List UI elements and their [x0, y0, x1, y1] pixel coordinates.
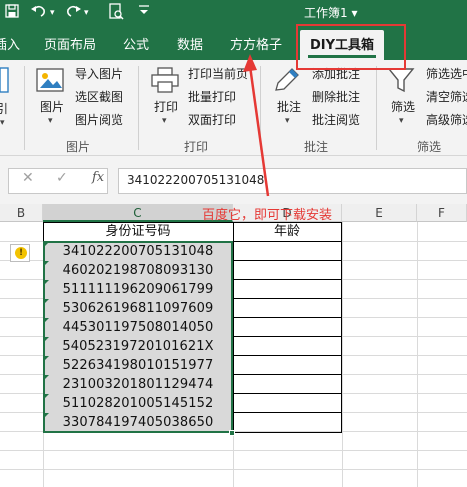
gridline [0, 469, 467, 470]
import-picture-button[interactable]: 导入图片 [75, 65, 123, 82]
gridline [0, 450, 467, 451]
formula-bar: ✕ ✓ fx 341022200705131048 [0, 156, 467, 204]
ribbon: 引 ▾ 图片 ▾ 导入图片 选区截图 图片阅览 图片 打印 ▾ 打印当前页 批量… [0, 60, 467, 156]
table-border [233, 412, 342, 413]
group-label-picture: 图片 [66, 140, 91, 154]
picture-button-label[interactable]: 图片 [40, 98, 64, 115]
selection-range [43, 241, 233, 433]
header-cell-age[interactable]: 年龄 [233, 222, 341, 241]
table-border [233, 279, 342, 280]
cut-off-button-icon[interactable] [0, 66, 10, 100]
group-label-print: 打印 [184, 140, 209, 154]
cut-off-label: 引 [0, 102, 9, 116]
chevron-down-icon: ▾ [48, 116, 53, 126]
warning-icon: ! [15, 247, 27, 259]
title-bar: ▾ ▾ 工作簿1 ▾ [0, 0, 467, 26]
batch-print-button[interactable]: 批量打印 [188, 88, 236, 105]
worksheet-grid[interactable]: B C D E F 身份证号码 年龄 341022200705131048 46… [0, 204, 467, 487]
header-cell-id-number[interactable]: 身份证号码 [44, 222, 232, 241]
tab-insert[interactable]: 插入 [0, 34, 20, 53]
table-border [233, 317, 342, 318]
table-border [233, 355, 342, 356]
formula-input[interactable]: 341022200705131048 [118, 168, 467, 194]
excel-window: ▾ ▾ 工作簿1 ▾ 插入 页面布局 公式 数据 方方格子 DIY工具箱 引 ▾ [0, 0, 467, 487]
picture-icon[interactable] [36, 66, 66, 98]
duplex-print-button[interactable]: 双面打印 [188, 111, 236, 128]
tab-fangfang-gezi[interactable]: 方方格子 [230, 34, 282, 53]
redo-icon[interactable] [64, 3, 82, 23]
confirm-icon[interactable]: ✓ [56, 170, 68, 186]
annotation-highlight-box [296, 24, 406, 70]
group-label-filter: 筛选 [417, 140, 442, 154]
group-separator [138, 66, 139, 150]
table-border [233, 260, 342, 261]
chevron-down-icon: ▾ [162, 116, 167, 126]
filter-selection-button[interactable]: 筛选选中 [426, 65, 467, 82]
tab-data[interactable]: 数据 [177, 34, 203, 53]
print-current-page-button[interactable]: 打印当前页 [188, 65, 248, 82]
browse-comment-button[interactable]: 批注阅览 [312, 111, 360, 128]
table-border [233, 393, 342, 394]
redo-dropdown-icon[interactable]: ▾ [84, 3, 89, 23]
chevron-down-icon: ▾ [399, 116, 404, 126]
table-border [341, 222, 342, 433]
table-border [233, 222, 234, 433]
chevron-down-icon: ▾ [0, 118, 5, 128]
group-separator [376, 66, 377, 150]
customize-quick-access-icon[interactable] [138, 3, 150, 23]
delete-comment-button[interactable]: 删除批注 [312, 88, 360, 105]
column-header-b[interactable]: B [0, 204, 43, 222]
group-separator [260, 66, 261, 150]
region-screenshot-button[interactable]: 选区截图 [75, 88, 123, 105]
group-label-comment: 批注 [304, 140, 329, 154]
save-icon[interactable] [4, 3, 20, 23]
column-header-f[interactable]: F [417, 204, 467, 222]
advanced-filter-button[interactable]: 高级筛选 [426, 111, 467, 128]
undo-icon[interactable] [30, 3, 48, 23]
tab-page-layout[interactable]: 页面布局 [44, 34, 96, 53]
table-border [233, 298, 342, 299]
annotation-text: 百度它，即可下载安装 [202, 208, 333, 223]
chevron-down-icon: ▾ [285, 116, 290, 126]
filter-button-label[interactable]: 筛选 [391, 98, 415, 115]
filter-funnel-icon[interactable] [386, 66, 416, 98]
picture-browse-button[interactable]: 图片阅览 [75, 111, 123, 128]
error-warning-button[interactable]: ! [10, 244, 30, 262]
print-button-label[interactable]: 打印 [154, 98, 178, 115]
cancel-icon[interactable]: ✕ [22, 170, 34, 186]
table-border [233, 336, 342, 337]
comment-button-label[interactable]: 批注 [277, 98, 301, 115]
group-separator [24, 66, 25, 150]
column-header-e[interactable]: E [342, 204, 417, 222]
comment-pencil-icon[interactable] [272, 66, 302, 98]
tab-formulas[interactable]: 公式 [123, 34, 149, 53]
insert-function-icon[interactable]: fx [92, 170, 104, 185]
fill-handle[interactable] [229, 430, 235, 436]
printer-icon[interactable] [150, 66, 180, 98]
undo-dropdown-icon[interactable]: ▾ [50, 3, 55, 23]
clear-filter-button[interactable]: 清空筛选 [426, 88, 467, 105]
workbook-title: 工作簿1 ▾ [304, 6, 358, 20]
preview-icon[interactable] [108, 3, 124, 23]
table-border [233, 374, 342, 375]
